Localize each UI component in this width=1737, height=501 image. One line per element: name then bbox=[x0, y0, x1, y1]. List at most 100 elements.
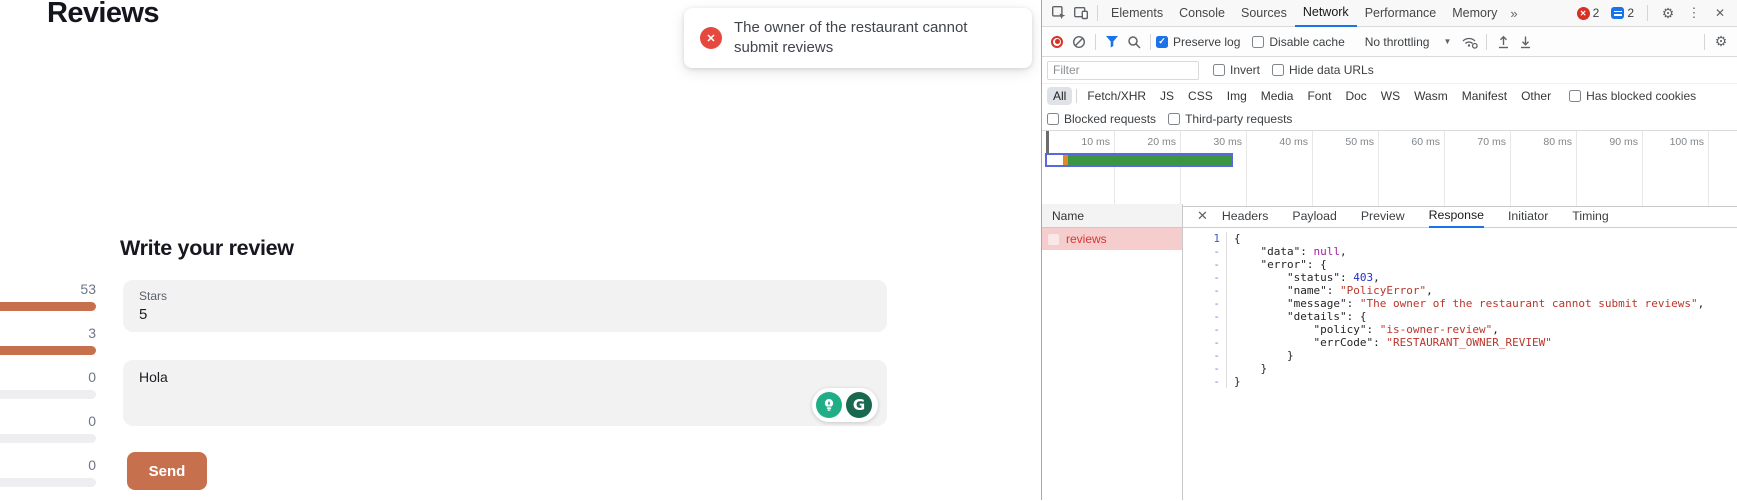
third-party-requests-checkbox[interactable]: Third-party requests bbox=[1168, 112, 1292, 126]
error-count-badge[interactable]: ✕ 2 bbox=[1573, 5, 1604, 21]
filter-row: Invert Hide data URLs bbox=[1042, 57, 1737, 84]
toast-message: The owner of the restaurant cannot submi… bbox=[734, 18, 989, 58]
code-text: "error": { bbox=[1227, 258, 1327, 271]
throttling-select[interactable]: No throttling ▼ bbox=[1365, 35, 1452, 49]
review-form-heading: Write your review bbox=[120, 236, 294, 261]
blocked-requests-checkbox[interactable]: Blocked requests bbox=[1047, 112, 1156, 126]
review-textarea[interactable]: Hola G bbox=[123, 360, 887, 426]
timeline-gridline bbox=[1378, 131, 1379, 206]
detail-tab-headers[interactable]: Headers bbox=[1222, 204, 1268, 228]
type-filter-media[interactable]: Media bbox=[1255, 87, 1300, 105]
devtools-tab-network[interactable]: Network bbox=[1295, 0, 1357, 27]
invert-checkbox[interactable]: Invert bbox=[1213, 63, 1260, 77]
type-filter-other[interactable]: Other bbox=[1515, 87, 1557, 105]
detail-tab-payload[interactable]: Payload bbox=[1292, 204, 1336, 228]
rating-bar bbox=[0, 434, 96, 443]
detail-tab-timing[interactable]: Timing bbox=[1572, 204, 1608, 228]
search-icon[interactable] bbox=[1123, 31, 1145, 53]
rating-histogram: 533000 bbox=[0, 281, 96, 501]
message-count: 2 bbox=[1627, 6, 1634, 20]
rating-bar bbox=[0, 346, 96, 355]
blocked-requests-label: Blocked requests bbox=[1064, 112, 1156, 126]
clear-network-log-icon[interactable] bbox=[1068, 31, 1090, 53]
line-number: - bbox=[1183, 323, 1227, 336]
devtools-tab-memory[interactable]: Memory bbox=[1444, 0, 1505, 27]
code-text: "status": 403, bbox=[1227, 271, 1380, 284]
timeline-tick-label: 80 ms bbox=[1516, 136, 1572, 148]
type-filter-all[interactable]: All bbox=[1047, 87, 1072, 105]
separator bbox=[1647, 5, 1648, 21]
record-network-log-icon[interactable] bbox=[1046, 31, 1068, 53]
code-text: } bbox=[1227, 349, 1294, 362]
grammarly-widget[interactable]: G bbox=[812, 388, 878, 422]
devtools-tab-console[interactable]: Console bbox=[1171, 0, 1233, 27]
error-count: 2 bbox=[1593, 6, 1600, 20]
response-body[interactable]: 1{- "data": null,- "error": {- "status":… bbox=[1183, 228, 1737, 500]
network-overview-timeline[interactable]: 10 ms20 ms30 ms40 ms50 ms60 ms70 ms80 ms… bbox=[1042, 131, 1737, 207]
name-column-header[interactable]: Name bbox=[1042, 204, 1182, 228]
detail-tab-response[interactable]: Response bbox=[1429, 204, 1484, 228]
detail-tab-initiator[interactable]: Initiator bbox=[1508, 204, 1548, 228]
request-name: reviews bbox=[1066, 232, 1107, 246]
review-text: Hola bbox=[139, 369, 168, 385]
type-filter-img[interactable]: Img bbox=[1221, 87, 1253, 105]
send-button-label: Send bbox=[149, 463, 186, 480]
timeline-gridline bbox=[1708, 131, 1709, 206]
type-filter-ws[interactable]: WS bbox=[1375, 87, 1406, 105]
code-text: "message": "The owner of the restaurant … bbox=[1227, 297, 1704, 310]
close-detail-icon[interactable]: ✕ bbox=[1197, 208, 1208, 224]
timeline-gridline bbox=[1180, 131, 1181, 206]
code-line: - "data": null, bbox=[1183, 245, 1737, 258]
more-tabs-icon[interactable]: » bbox=[1505, 0, 1522, 27]
third-party-requests-label: Third-party requests bbox=[1185, 112, 1292, 126]
line-number: - bbox=[1183, 245, 1227, 258]
close-devtools-icon[interactable]: ✕ bbox=[1709, 2, 1731, 24]
code-line: - "errCode": "RESTAURANT_OWNER_REVIEW" bbox=[1183, 336, 1737, 349]
has-blocked-cookies-checkbox[interactable]: Has blocked cookies bbox=[1569, 89, 1696, 103]
devtools-tab-performance[interactable]: Performance bbox=[1357, 0, 1445, 27]
disable-cache-checkbox[interactable]: Disable cache bbox=[1252, 35, 1344, 49]
checkbox-unchecked-icon bbox=[1168, 113, 1180, 125]
inspect-element-icon[interactable] bbox=[1048, 2, 1070, 24]
devtools-tab-elements[interactable]: Elements bbox=[1103, 0, 1171, 27]
type-filter-wasm[interactable]: Wasm bbox=[1408, 87, 1454, 105]
timeline-tick-label: 90 ms bbox=[1582, 136, 1638, 148]
device-toolbar-icon[interactable] bbox=[1070, 2, 1092, 24]
message-count-badge[interactable]: 2 bbox=[1607, 5, 1638, 21]
filter-input[interactable] bbox=[1047, 61, 1199, 80]
type-filter-doc[interactable]: Doc bbox=[1339, 87, 1372, 105]
request-waterfall-bar[interactable] bbox=[1045, 153, 1233, 167]
rating-count: 0 bbox=[0, 413, 96, 430]
export-har-icon[interactable] bbox=[1514, 31, 1536, 53]
devtools-tab-sources[interactable]: Sources bbox=[1233, 0, 1295, 27]
grammarly-g-icon[interactable]: G bbox=[846, 392, 872, 418]
type-filter-js[interactable]: JS bbox=[1154, 87, 1180, 105]
settings-gear-icon[interactable]: ⚙ bbox=[1657, 2, 1679, 24]
type-filter-fetchxhr[interactable]: Fetch/XHR bbox=[1081, 87, 1152, 105]
send-button[interactable]: Send bbox=[127, 452, 207, 490]
line-number: - bbox=[1183, 297, 1227, 310]
invert-label: Invert bbox=[1230, 63, 1260, 77]
type-filter-font[interactable]: Font bbox=[1301, 87, 1337, 105]
detail-tab-preview[interactable]: Preview bbox=[1361, 204, 1405, 228]
preserve-log-checkbox[interactable]: ✓ Preserve log bbox=[1156, 35, 1240, 49]
filter-funnel-icon[interactable] bbox=[1101, 31, 1123, 53]
checkbox-unchecked-icon bbox=[1272, 64, 1284, 76]
network-settings-gear-icon[interactable]: ⚙ bbox=[1710, 31, 1732, 53]
code-line: - } bbox=[1183, 362, 1737, 375]
timeline-tick-label: 10 ms bbox=[1054, 136, 1110, 148]
waterfall-download-segment bbox=[1068, 155, 1231, 165]
type-filter-css[interactable]: CSS bbox=[1182, 87, 1219, 105]
type-filter-manifest[interactable]: Manifest bbox=[1456, 87, 1513, 105]
request-row-reviews[interactable]: reviews bbox=[1042, 228, 1182, 250]
kebab-menu-icon[interactable]: ⋮ bbox=[1683, 2, 1705, 24]
line-number: 1 bbox=[1183, 232, 1227, 245]
import-har-icon[interactable] bbox=[1492, 31, 1514, 53]
timeline-gridline bbox=[1510, 131, 1511, 206]
hide-data-urls-checkbox[interactable]: Hide data URLs bbox=[1272, 63, 1374, 77]
line-number: - bbox=[1183, 375, 1227, 388]
suggestion-bulb-icon[interactable] bbox=[816, 392, 842, 418]
network-conditions-icon[interactable] bbox=[1459, 31, 1481, 53]
timeline-tick-label: 70 ms bbox=[1450, 136, 1506, 148]
stars-field[interactable]: Stars 5 bbox=[123, 280, 887, 332]
